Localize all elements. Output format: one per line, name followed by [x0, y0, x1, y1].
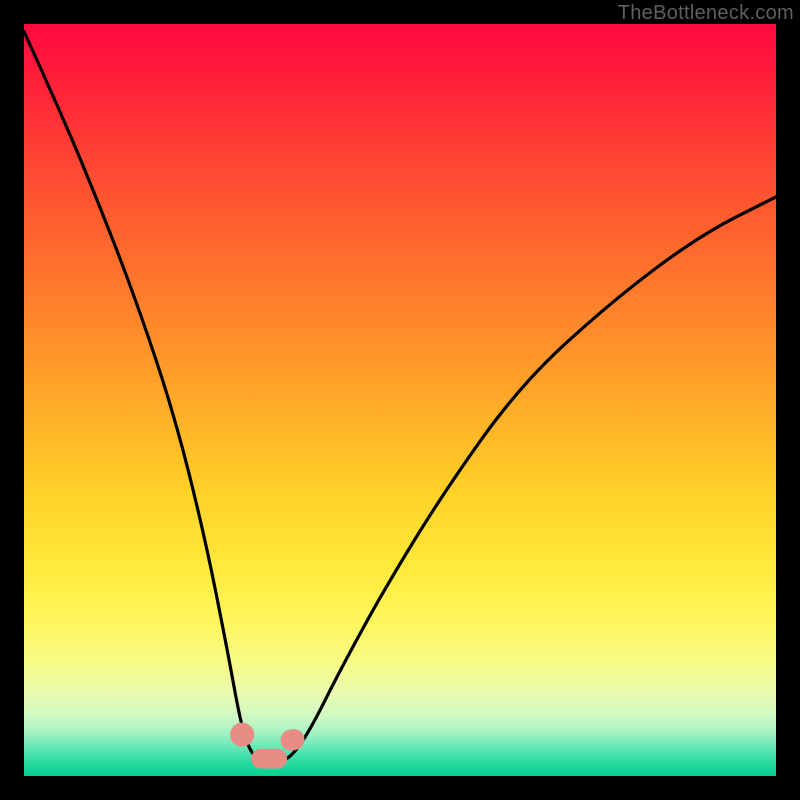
fit-marker-right: [279, 727, 307, 753]
watermark-text: TheBottleneck.com: [618, 2, 794, 25]
chart-overlay: [24, 24, 776, 776]
fit-marker-left: [230, 723, 254, 747]
fit-markers: [230, 723, 306, 769]
fit-region: [251, 749, 287, 769]
bottleneck-curve: [24, 32, 776, 761]
